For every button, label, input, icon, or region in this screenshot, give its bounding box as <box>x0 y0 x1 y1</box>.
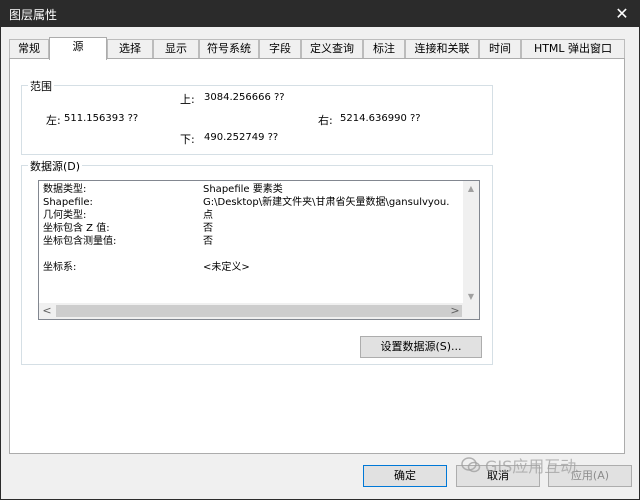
extent-right-label: 右: <box>318 114 333 127</box>
list-item-value: 否 <box>203 223 213 234</box>
tab-strip: 常规 源 选择 显示 符号系统 字段 定义查询 标注 连接和关联 时间 HTML… <box>9 37 625 60</box>
tab-definition-query[interactable]: 定义查询 <box>301 39 363 59</box>
extent-top-value: 3084.256666 ?? <box>204 92 285 103</box>
scroll-left-icon[interactable]: < <box>39 303 55 319</box>
extent-bottom-label: 下: <box>180 133 195 146</box>
tab-time[interactable]: 时间 <box>479 39 521 59</box>
tab-display[interactable]: 显示 <box>153 39 199 59</box>
ok-button[interactable]: 确定 <box>363 465 447 487</box>
list-item-value: Shapefile 要素类 <box>203 184 283 195</box>
horizontal-scrollbar[interactable]: < > <box>39 303 479 319</box>
tab-source[interactable]: 源 <box>49 37 107 60</box>
tab-general[interactable]: 常规 <box>9 39 49 59</box>
list-item-value: 否 <box>203 236 213 247</box>
horizontal-scroll-thumb[interactable] <box>56 305 462 317</box>
list-item-value: G:\Desktop\新建文件夹\甘肃省矢量数据\gansulvyou. <box>203 197 450 208</box>
extent-bottom-value: 490.252749 ?? <box>204 132 279 143</box>
list-item-key: 坐标包含 Z 值: <box>43 223 110 234</box>
tab-labels[interactable]: 标注 <box>363 39 405 59</box>
list-item-key: 几何类型: <box>43 210 87 221</box>
scrollbar-corner <box>463 303 479 319</box>
list-item-value: 点 <box>203 210 213 221</box>
list-item-key: 坐标包含测量值: <box>43 236 117 247</box>
list-item-value: <未定义> <box>203 262 250 273</box>
extent-group: 范围 上: 3084.256666 ?? 左: 511.156393 ?? 右:… <box>21 78 493 155</box>
close-icon[interactable]: ✕ <box>605 1 639 27</box>
extent-group-label: 范围 <box>28 78 54 94</box>
extent-left-value: 511.156393 ?? <box>64 113 139 124</box>
window-title: 图层属性 <box>9 8 58 22</box>
data-source-listbox[interactable]: 数据类型: Shapefile 要素类 Shapefile: G:\Deskto… <box>38 180 480 320</box>
tab-joins-relates[interactable]: 连接和关联 <box>405 39 479 59</box>
tab-symbology[interactable]: 符号系统 <box>199 39 259 59</box>
extent-left-label: 左: <box>46 114 61 127</box>
tab-fields[interactable]: 字段 <box>259 39 301 59</box>
tab-panel-source: 范围 上: 3084.256666 ?? 左: 511.156393 ?? 右:… <box>9 58 625 454</box>
watermark-text: GIS应用互动 <box>485 457 577 476</box>
layer-properties-dialog: 图层属性 ✕ 常规 源 选择 显示 符号系统 字段 定义查询 标注 连接和关联 … <box>0 0 640 500</box>
tab-html-popup[interactable]: HTML 弹出窗口 <box>521 39 625 59</box>
vertical-scrollbar[interactable]: ▲ ▼ <box>463 181 479 305</box>
scroll-right-icon[interactable]: > <box>447 303 463 319</box>
list-item-key: 数据类型: <box>43 184 87 195</box>
data-source-group-label: 数据源(D) <box>28 158 83 174</box>
set-data-source-button[interactable]: 设置数据源(S)... <box>360 336 482 358</box>
wechat-icon <box>461 457 481 473</box>
data-source-group: 数据源(D) 数据类型: Shapefile 要素类 Shapefile: G:… <box>21 158 493 365</box>
tab-selection[interactable]: 选择 <box>107 39 153 59</box>
list-item-key: Shapefile: <box>43 197 93 208</box>
scroll-up-icon[interactable]: ▲ <box>463 181 479 197</box>
list-item-key: 坐标系: <box>43 262 77 273</box>
title-bar[interactable]: 图层属性 ✕ <box>1 1 639 27</box>
extent-top-label: 上: <box>180 93 195 106</box>
extent-right-value: 5214.636990 ?? <box>340 113 421 124</box>
